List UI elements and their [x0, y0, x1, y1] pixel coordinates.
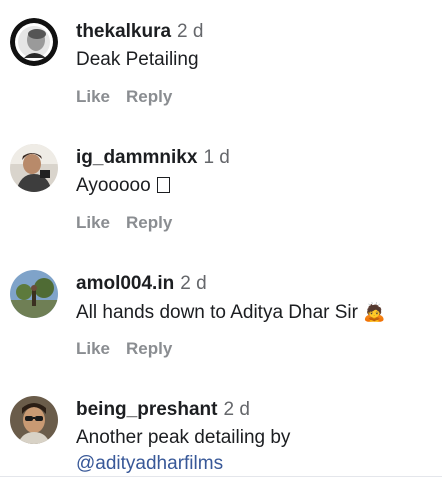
like-button[interactable]: Like [76, 213, 110, 232]
comment-text: Deak Petailing [76, 49, 199, 70]
avatar[interactable] [10, 18, 58, 66]
username[interactable]: amol004.in [76, 273, 174, 294]
comment-header: thekalkura 2 d [76, 20, 203, 44]
missing-glyph-icon [156, 177, 170, 193]
like-button[interactable]: Like [76, 339, 110, 358]
divider [0, 476, 442, 477]
like-button[interactable]: Like [76, 87, 110, 106]
comment-text: Ayooooo [76, 175, 151, 196]
comment-actions: Like Reply [76, 87, 172, 107]
comment-text: Another peak detailing by [76, 427, 291, 448]
bowing-person-icon: 🙇 [363, 302, 386, 322]
username[interactable]: ig_dammnikx [76, 147, 197, 168]
comment-text: All hands down to Aditya Dhar Sir [76, 302, 358, 323]
timestamp: 1 d [203, 147, 230, 168]
reply-button[interactable]: Reply [126, 339, 172, 358]
timestamp: 2 d [177, 21, 204, 42]
comment-text-row: All hands down to Aditya Dhar Sir 🙇 [76, 300, 386, 325]
avatar[interactable] [10, 270, 58, 318]
comment-actions: Like Reply [76, 339, 172, 359]
comment-text-row: Ayooooo [76, 174, 170, 198]
reply-button[interactable]: Reply [126, 87, 172, 106]
timestamp: 2 d [223, 399, 250, 420]
avatar[interactable] [10, 396, 58, 444]
comment-header: being_preshant 2 d [76, 398, 250, 422]
reply-button[interactable]: Reply [126, 213, 172, 232]
username[interactable]: thekalkura [76, 21, 171, 42]
comment-header: amol004.in 2 d [76, 272, 207, 296]
username[interactable]: being_preshant [76, 399, 217, 420]
timestamp: 2 d [180, 273, 207, 294]
avatar[interactable] [10, 144, 58, 192]
comment-header: ig_dammnikx 1 d [76, 146, 230, 170]
comment-actions: Like Reply [76, 213, 172, 233]
mention-link[interactable]: @adityadharfilms [76, 452, 223, 476]
